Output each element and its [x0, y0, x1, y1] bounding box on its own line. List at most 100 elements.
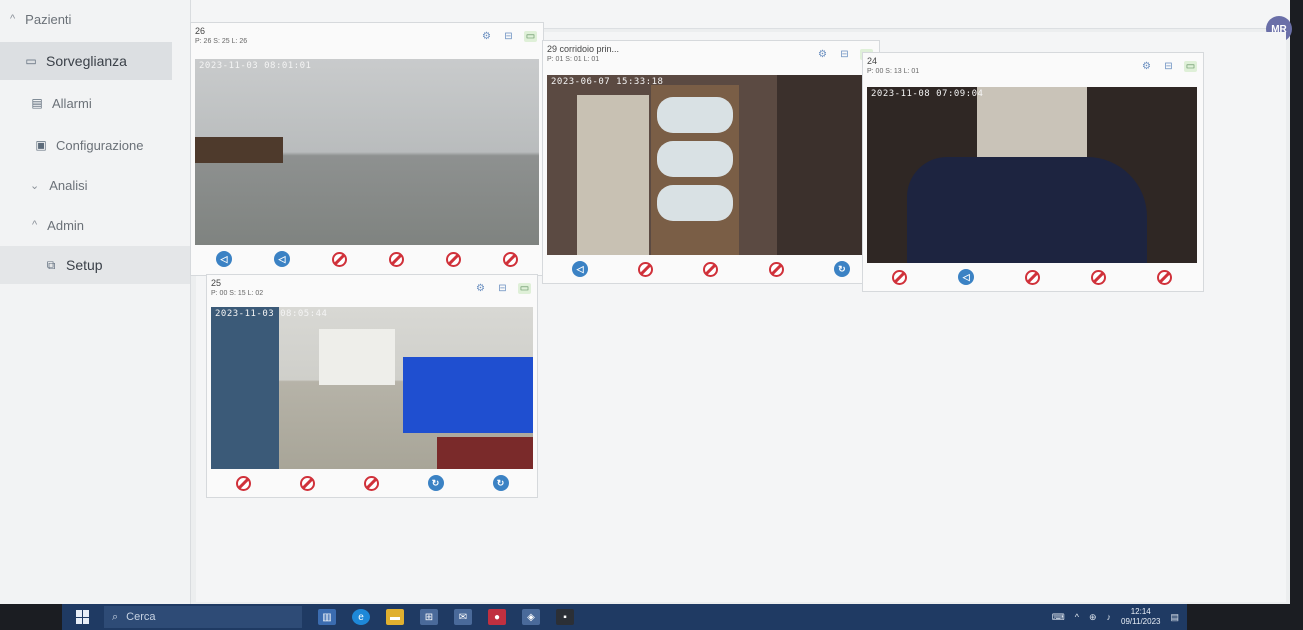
feed-object	[319, 329, 395, 385]
clock-time: 12:14	[1130, 607, 1151, 616]
disabled-button[interactable]	[1156, 269, 1172, 285]
sidebar-item-label: Setup	[66, 257, 103, 273]
setup-icon: ⧉	[46, 257, 56, 272]
chevron-up-icon: ^	[10, 13, 16, 25]
task-view-icon[interactable]: ▥	[318, 609, 336, 625]
disabled-button[interactable]	[768, 261, 784, 277]
disabled-button[interactable]	[363, 475, 379, 491]
monitor-icon: ▭	[25, 54, 37, 68]
disabled-button[interactable]	[332, 251, 347, 267]
record-icon[interactable]: ⊟	[496, 283, 509, 294]
camera-feed[interactable]: 2023-11-03 08:05:44	[211, 307, 533, 469]
camera-timestamp: 2023-06-07 15:33:18	[551, 77, 664, 87]
camera-actions: ⚙ ⊟ ▭	[474, 283, 531, 294]
taskbar-clock[interactable]: 12:14 09/11/2023	[1121, 607, 1160, 627]
taskbar-search[interactable]: ⌕ Cerca	[104, 606, 302, 628]
disabled-button[interactable]	[389, 251, 404, 267]
sidebar-item-allarmi[interactable]: ▤ Allarmi	[0, 84, 220, 122]
sidebar-item-label: Allarmi	[52, 95, 92, 111]
camera-feed[interactable]: 2023-06-07 15:33:18	[547, 75, 875, 255]
audio-button[interactable]: ◁	[958, 269, 975, 285]
camera-feed[interactable]: 2023-11-08 07:09:04	[867, 87, 1197, 263]
file-explorer-icon[interactable]: ▬	[386, 609, 404, 625]
feed-object	[211, 307, 279, 469]
sidebar-item-admin[interactable]: ^ Admin	[0, 206, 222, 244]
camera-timestamp: 2023-11-03 08:01:01	[199, 61, 312, 71]
disabled-button[interactable]	[446, 251, 461, 267]
record-icon[interactable]: ⊟	[1162, 61, 1175, 72]
windows-taskbar: ⌕ Cerca ▥ e ▬ ⊞ ✉ ● ◈ ▪ ⌨ ^ ⊕ ♪ 12:14 09…	[62, 604, 1187, 630]
network-icon[interactable]: ⊕	[1089, 612, 1097, 623]
disabled-button[interactable]	[1024, 269, 1040, 285]
notifications-icon[interactable]: ▤	[1170, 612, 1179, 623]
sidebar-item-label: Sorveglianza	[46, 53, 127, 69]
sidebar: ^ Pazienti ▭ Sorveglianza ▤ Allarmi ▣ Co…	[0, 0, 191, 604]
system-tray: ⌨ ^ ⊕ ♪ 12:14 09/11/2023 ▤	[1052, 607, 1187, 627]
camera-card: 29 corridoio prin... P: 01 S: 01 L: 01 ⚙…	[542, 40, 880, 284]
app-icon[interactable]: ●	[488, 609, 506, 625]
sidebar-item-pazienti[interactable]: ^ Pazienti	[0, 0, 200, 38]
camera-card: 24 P: 00 S: 13 L: 01 ⚙ ⊟ ▭ 2023-11-08 07…	[862, 52, 1204, 292]
camera-info: P: 01 S: 01 L: 01	[547, 56, 600, 63]
feed-object	[907, 157, 1147, 263]
settings-icon[interactable]: ⚙	[474, 283, 487, 294]
camera-controls: ↻ ↻	[211, 469, 533, 497]
video-camera-icon[interactable]: ▭	[518, 283, 531, 294]
disabled-button[interactable]	[299, 475, 315, 491]
sidebar-item-sorveglianza[interactable]: ▭ Sorveglianza	[0, 42, 172, 80]
camera-title: 26	[195, 26, 206, 36]
windows-start-icon[interactable]	[76, 610, 90, 624]
disabled-button[interactable]	[638, 261, 654, 277]
disabled-button[interactable]	[235, 475, 251, 491]
keyboard-icon[interactable]: ⌨	[1052, 612, 1065, 623]
chevron-up-icon[interactable]: ^	[1075, 612, 1079, 622]
video-camera-icon[interactable]: ▭	[1184, 61, 1197, 72]
audio-button[interactable]: ◁	[274, 251, 290, 267]
cube-icon[interactable]: ◈	[522, 609, 540, 625]
chevron-up-icon: ^	[32, 219, 38, 231]
camera-info: P: 00 S: 15 L: 02	[211, 290, 264, 297]
edge-browser-icon[interactable]: e	[352, 609, 370, 625]
record-icon[interactable]: ⊟	[502, 31, 515, 42]
camera-controls: ◁ ↻	[547, 255, 875, 283]
disabled-button[interactable]	[703, 261, 719, 277]
settings-icon[interactable]: ⚙	[816, 49, 829, 60]
sidebar-item-setup[interactable]: ⧉ Setup	[0, 246, 190, 284]
disabled-button[interactable]	[1090, 269, 1106, 285]
camera-controls: ◁	[867, 263, 1197, 291]
volume-icon[interactable]: ♪	[1107, 612, 1112, 622]
feed-object	[777, 75, 875, 255]
camera-card: 25 P: 00 S: 15 L: 02 ⚙ ⊟ ▭ 2023-11-03 08…	[206, 274, 538, 498]
disabled-button[interactable]	[892, 269, 908, 285]
refresh-button[interactable]: ↻	[427, 475, 444, 491]
refresh-button[interactable]: ↻	[492, 475, 509, 491]
feed-object	[657, 185, 733, 221]
sidebar-item-label: Analisi	[49, 177, 88, 193]
camera-title: 25	[211, 278, 222, 288]
sidebar-item-label: Configurazione	[56, 137, 144, 153]
clipboard-icon: ▤	[31, 96, 43, 110]
video-camera-icon[interactable]: ▭	[524, 31, 537, 42]
terminal-icon[interactable]: ▪	[556, 609, 574, 625]
audio-button[interactable]: ◁	[216, 251, 232, 267]
sidebar-item-label: Pazienti	[25, 11, 72, 27]
camera-timestamp: 2023-11-03 08:05:44	[215, 309, 328, 319]
settings-icon[interactable]: ⚙	[1140, 61, 1153, 72]
feed-object	[657, 97, 733, 133]
feed-object	[195, 137, 283, 163]
camera-info: P: 26 S: 25 L: 26	[195, 38, 248, 45]
record-icon[interactable]: ⊟	[838, 49, 851, 60]
search-icon: ⌕	[112, 610, 119, 623]
chevron-down-icon: ⌄	[30, 179, 40, 192]
sidebar-item-label: Admin	[47, 217, 85, 233]
camera-actions: ⚙ ⊟ ▭	[480, 31, 537, 42]
clock-date: 09/11/2023	[1121, 617, 1161, 626]
camera-feed[interactable]: 2023-11-03 08:01:01	[195, 59, 539, 245]
mail-icon[interactable]: ✉	[454, 609, 472, 625]
store-icon[interactable]: ⊞	[420, 609, 438, 625]
audio-button[interactable]: ◁	[572, 261, 589, 277]
sidebar-item-analisi[interactable]: ⌄ Analisi	[0, 166, 220, 204]
refresh-button[interactable]: ↻	[833, 261, 850, 277]
disabled-button[interactable]	[503, 251, 518, 267]
settings-icon[interactable]: ⚙	[480, 31, 493, 42]
